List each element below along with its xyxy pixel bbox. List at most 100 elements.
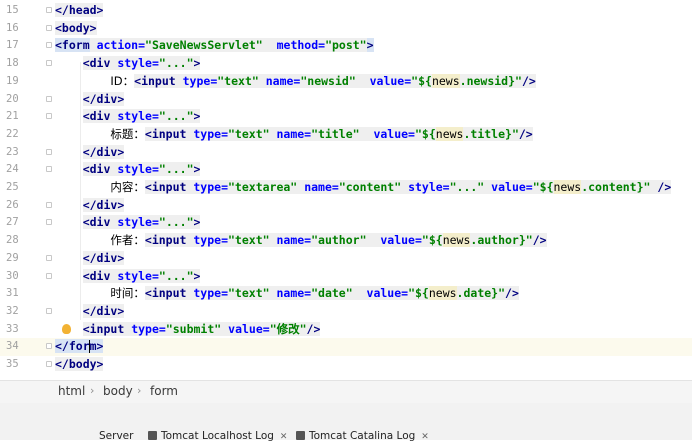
line-number: 23 [6, 145, 19, 158]
line-number: 16 [6, 21, 19, 34]
code-token: type= [131, 321, 166, 336]
code-token: <input [144, 180, 187, 194]
code-token [175, 73, 183, 88]
code-token: }" [636, 180, 651, 194]
line-number: 17 [6, 39, 19, 52]
code-token: </head> [55, 3, 104, 17]
code-line[interactable]: 16 <body> [0, 20, 692, 38]
tab-server[interactable]: Server [99, 430, 133, 442]
fold-marker-icon[interactable] [46, 148, 52, 155]
code-line[interactable]: 24 <div style="..."> [0, 161, 692, 179]
code-text: <div style="..."> [55, 161, 201, 179]
code-token: </body> [55, 357, 104, 371]
code-token: name= [265, 73, 301, 88]
code-line[interactable]: 19 ID：<input type="text" name="newsid" v… [0, 73, 692, 91]
code-token: /> [306, 321, 321, 336]
code-token: m> [89, 339, 104, 354]
code-token: type= [193, 180, 228, 194]
breadcrumb-item-form[interactable]: form [150, 384, 178, 398]
code-line[interactable]: 27 <div style="..."> [0, 214, 692, 232]
breadcrumb-item-html[interactable]: html [58, 384, 85, 398]
code-text: <div style="..."> [55, 108, 201, 126]
tab-tomcat-catalina-log[interactable]: Tomcat Catalina Log ✕ [296, 430, 429, 442]
code-line[interactable]: 23 </div> [0, 144, 692, 162]
close-icon[interactable]: ✕ [280, 432, 288, 442]
code-token: > [366, 38, 374, 53]
code-line[interactable]: 30 <div style="..."> [0, 268, 692, 286]
code-token: </for [55, 339, 90, 354]
code-token: news [428, 286, 457, 301]
code-token: value= [366, 286, 409, 301]
code-text: </head> [55, 2, 104, 20]
code-line[interactable]: 28 作者：<input type="text" name="author" v… [0, 232, 692, 250]
line-number: 29 [6, 251, 19, 264]
fold-marker-icon[interactable] [46, 361, 52, 367]
line-number: 30 [6, 269, 19, 282]
code-token: <div [82, 162, 111, 177]
code-text: 标题：<input type="text" name="title" value… [55, 126, 533, 144]
fold-marker-icon[interactable] [46, 307, 52, 314]
fold-marker-icon[interactable] [46, 166, 52, 173]
code-token: "..." [158, 268, 194, 283]
fold-marker-icon[interactable] [46, 60, 52, 67]
fold-marker-icon[interactable] [46, 24, 52, 31]
fold-marker-icon[interactable] [46, 95, 52, 102]
tab-tomcat-localhost-log[interactable]: Tomcat Localhost Log ✕ [148, 430, 287, 442]
code-token: "${ [532, 180, 554, 194]
code-token: }" [518, 233, 533, 248]
code-line[interactable]: 17 <form action="SaveNewsServlet" method=… [0, 37, 692, 55]
code-line[interactable]: 31 时间：<input type="text" name="date" val… [0, 285, 692, 303]
code-editor[interactable]: 15 </head> 16 <body> 17 <form action="SaveNew… [0, 0, 692, 380]
code-token [366, 233, 381, 248]
log-icon [296, 431, 305, 440]
code-token [352, 286, 367, 301]
code-token: "${ [408, 286, 429, 301]
line-number: 26 [6, 198, 19, 211]
code-token: .date [456, 286, 492, 301]
code-token: "textarea" [228, 180, 298, 194]
code-token: .author [470, 233, 519, 248]
code-token: </div> [82, 197, 125, 212]
code-token: type= [182, 73, 218, 88]
code-text: 时间：<input type="text" name="date" value=… [55, 285, 519, 303]
code-line[interactable]: 26 </div> [0, 197, 692, 215]
breadcrumb-item-body[interactable]: body [103, 384, 133, 398]
code-text: </body> [55, 356, 104, 374]
code-token: "title" [311, 126, 360, 141]
code-line[interactable]: 34 </form> [0, 338, 692, 356]
fold-marker-icon[interactable] [46, 42, 52, 49]
code-token: </div> [82, 303, 125, 318]
code-token: name= [276, 233, 312, 248]
code-line[interactable]: 29 </div> [0, 250, 692, 268]
code-token: <form [55, 38, 90, 53]
line-number: 15 [6, 4, 19, 16]
code-text: <div style="..."> [55, 214, 201, 232]
fold-marker-icon[interactable] [46, 254, 52, 261]
fold-marker-icon[interactable] [46, 219, 52, 226]
code-token: value= [369, 73, 412, 88]
fold-marker-icon[interactable] [46, 343, 52, 350]
close-icon[interactable]: ✕ [421, 432, 429, 442]
code-line[interactable]: 22 标题：<input type="text" name="title" va… [0, 126, 692, 144]
line-number: 27 [6, 216, 19, 229]
code-token: news [553, 180, 582, 194]
code-line[interactable]: 21 <div style="..."> [0, 108, 692, 126]
fold-marker-icon[interactable] [46, 272, 52, 279]
code-text: <div style="..."> [55, 55, 201, 73]
code-token: /> [521, 73, 536, 88]
code-line[interactable]: 25 内容：<input type="textarea" name="conte… [0, 179, 692, 197]
code-line[interactable]: 33 <input type="submit" value="修改"/> [0, 321, 692, 339]
code-line[interactable]: 35 </body> [0, 356, 692, 374]
code-token: "SaveNewsServlet" [145, 38, 263, 53]
fold-marker-icon[interactable] [46, 201, 52, 208]
fold-marker-icon[interactable] [46, 7, 52, 13]
code-token: style= [117, 162, 159, 177]
code-text: </div> [55, 303, 125, 321]
code-line[interactable]: 32 </div> [0, 303, 692, 321]
code-token: .newsid [459, 73, 509, 88]
fold-marker-icon[interactable] [46, 113, 52, 120]
code-line[interactable]: 20 </div> [0, 91, 692, 109]
code-line[interactable]: 15 </head> [0, 2, 692, 20]
code-token: "..." [158, 162, 194, 177]
code-line[interactable]: 18 <div style="..."> [0, 55, 692, 73]
